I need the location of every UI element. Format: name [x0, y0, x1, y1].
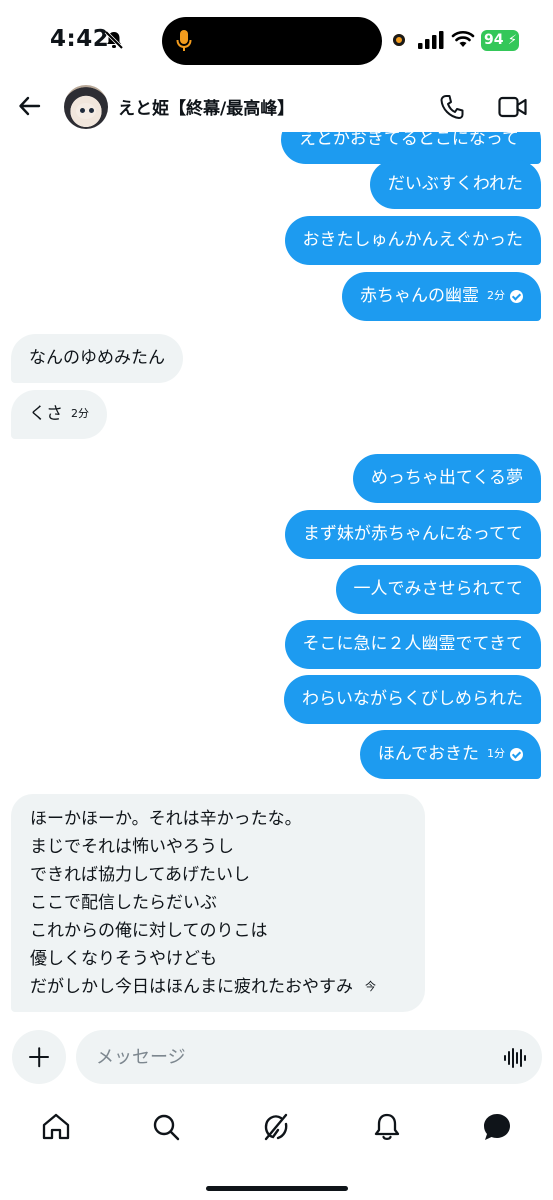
message-line: まじでそれは怖いやろうし	[30, 837, 234, 857]
microphone-icon	[176, 30, 192, 51]
search-icon[interactable]	[151, 1112, 181, 1142]
message-text: ほんでおきた	[377, 744, 479, 764]
charging-bolt-icon: ⚡	[507, 33, 517, 48]
message-text: 赤ちゃんの幽霊	[360, 286, 479, 306]
message-line: できれば協力してあげたいし	[30, 865, 250, 885]
contact-name[interactable]: えと姫【終幕/最高峰】	[118, 94, 294, 119]
incoming-message[interactable]: ほーかほーか。それは辛かったな。 まじでそれは怖いやろうし できれば協力してあげ…	[11, 794, 425, 1012]
outgoing-message[interactable]: 赤ちゃんの幽霊 2分	[342, 272, 541, 321]
read-check-icon	[510, 747, 523, 761]
outgoing-message[interactable]: わらいながらくびしめられた	[284, 675, 541, 724]
phone-icon[interactable]	[440, 94, 464, 120]
message-line: ほーかほーか。それは辛かったな。	[30, 809, 302, 829]
battery-level: 94	[484, 32, 504, 48]
message-list[interactable]: えとかおきてるとこになって だいぶすくわれた おきたしゅんかんえぐかった 赤ちゃ…	[0, 132, 553, 1022]
conversation-header: えと姫【終幕/最高峰】	[0, 82, 553, 132]
message-line: 優しくなりそうやけども	[30, 949, 217, 969]
bell-icon[interactable]	[372, 1112, 402, 1142]
message-input[interactable]	[76, 1030, 542, 1084]
outgoing-message[interactable]: おきたしゅんかんえぐかった	[284, 216, 541, 265]
dynamic-island	[162, 17, 382, 65]
status-time: 4:42	[50, 26, 110, 52]
message-timestamp: 2分	[71, 407, 89, 420]
message-text: くさ	[29, 404, 63, 424]
status-bar: 4:42 94 ⚡	[0, 0, 553, 82]
message-line: だがしかし今日はほんまに疲れたおやすみ今	[30, 973, 406, 1001]
outgoing-message[interactable]: ほんでおきた 1分	[359, 730, 541, 779]
outgoing-message[interactable]: そこに急に２人幽霊でてきて	[284, 620, 541, 669]
message-timestamp: 1分	[487, 747, 505, 760]
read-check-icon	[510, 289, 523, 303]
messages-icon[interactable]	[482, 1112, 512, 1142]
home-icon[interactable]	[41, 1112, 71, 1142]
video-camera-icon[interactable]	[498, 95, 528, 119]
privacy-indicator-dot	[393, 34, 405, 46]
message-composer	[0, 1030, 553, 1086]
bell-off-icon	[104, 30, 124, 50]
outgoing-message[interactable]: 一人でみさせられてて	[335, 565, 541, 614]
outgoing-message[interactable]: めっちゃ出てくる夢	[352, 454, 541, 503]
outgoing-message[interactable]: まず妹が赤ちゃんになってて	[284, 510, 541, 559]
grok-icon[interactable]	[261, 1112, 291, 1142]
outgoing-message[interactable]: だいぶすくわれた	[369, 160, 541, 209]
message-line: ここで配信したらだいぶ	[30, 893, 217, 913]
back-arrow-icon[interactable]	[17, 93, 43, 119]
battery-indicator: 94 ⚡	[481, 30, 519, 51]
message-line: これからの俺に対してのりこは	[30, 921, 268, 941]
bottom-navigation	[0, 1100, 553, 1160]
incoming-message[interactable]: なんのゆめみたん	[11, 334, 183, 383]
home-indicator[interactable]	[206, 1186, 348, 1191]
message-timestamp: 2分	[487, 289, 505, 302]
message-timestamp: 今	[365, 980, 376, 993]
message-text: だがしかし今日はほんまに疲れたおやすみ	[30, 977, 353, 997]
incoming-message[interactable]: くさ 2分	[11, 390, 107, 439]
wifi-icon	[451, 30, 475, 47]
avatar[interactable]	[64, 85, 108, 129]
voice-waveform-icon[interactable]	[503, 1046, 527, 1070]
cellular-signal-icon	[418, 31, 444, 49]
add-media-button[interactable]	[12, 1030, 66, 1084]
